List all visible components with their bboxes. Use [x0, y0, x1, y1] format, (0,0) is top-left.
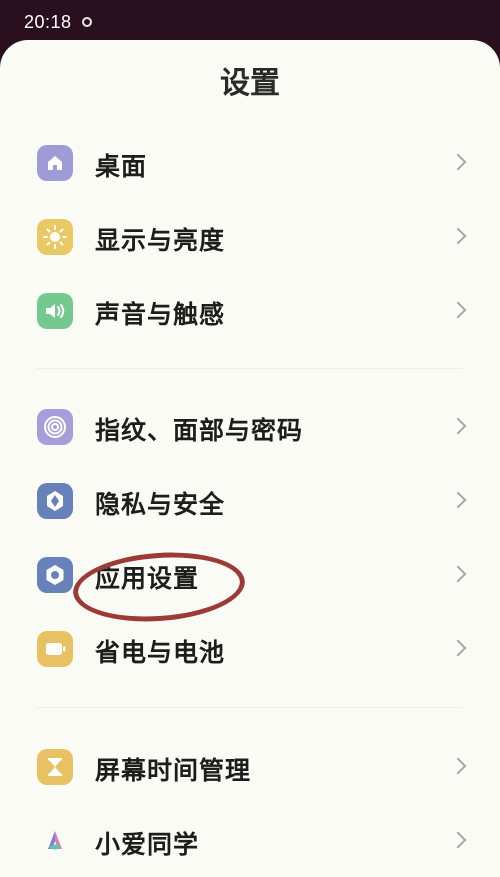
chevron-right-icon — [449, 565, 467, 583]
chevron-right-icon — [449, 301, 467, 319]
chevron-right-icon — [449, 153, 467, 171]
chevron-right-icon — [449, 417, 467, 435]
section-divider — [37, 368, 462, 369]
chevron-right-icon — [449, 639, 467, 657]
gear-hexagon-icon — [37, 557, 73, 593]
settings-item-label: 声音与触感 — [95, 300, 226, 329]
settings-item-fingerprint[interactable]: 指纹、面部与密码 — [0, 390, 500, 464]
settings-item-label: 桌面 — [95, 152, 148, 181]
battery-icon — [37, 631, 73, 667]
settings-item-label: 显示与亮度 — [95, 226, 226, 255]
home-icon — [37, 145, 73, 181]
speaker-icon — [37, 293, 73, 329]
chevron-right-icon — [449, 227, 467, 245]
status-bar: 20:18 — [0, 0, 500, 44]
sun-icon — [37, 219, 73, 255]
settings-item-label: 指纹、面部与密码 — [95, 416, 304, 445]
page-title: 设置 — [220, 66, 280, 101]
settings-sheet: 设置 桌面 显示与亮度 声音与触感 指纹、面部与密码 隐私与安全 应用设置 省电… — [0, 40, 500, 877]
settings-item-label: 省电与电池 — [95, 638, 226, 667]
chevron-right-icon — [449, 491, 467, 509]
fingerprint-icon — [37, 409, 73, 445]
settings-item-label: 隐私与安全 — [95, 490, 226, 519]
settings-item-xiaoai[interactable]: 小爱同学 — [0, 804, 500, 877]
settings-item-screen-time[interactable]: 屏幕时间管理 — [0, 730, 500, 804]
settings-item-app-settings[interactable]: 应用设置 — [0, 538, 500, 612]
settings-item-label: 小爱同学 — [95, 830, 200, 859]
settings-item-sound[interactable]: 声音与触感 — [0, 274, 500, 348]
hourglass-icon — [37, 749, 73, 785]
settings-item-display[interactable]: 显示与亮度 — [0, 200, 500, 274]
status-time: 20:18 — [24, 12, 72, 32]
privacy-shield-icon — [37, 483, 73, 519]
settings-item-desktop[interactable]: 桌面 — [0, 126, 500, 200]
notification-icon — [82, 17, 92, 27]
settings-item-label: 屏幕时间管理 — [95, 756, 252, 785]
settings-item-privacy[interactable]: 隐私与安全 — [0, 464, 500, 538]
chevron-right-icon — [449, 757, 467, 775]
xiaoai-logo-icon — [37, 823, 73, 859]
section-divider — [37, 707, 462, 708]
settings-item-battery[interactable]: 省电与电池 — [0, 612, 500, 686]
chevron-right-icon — [449, 831, 467, 849]
